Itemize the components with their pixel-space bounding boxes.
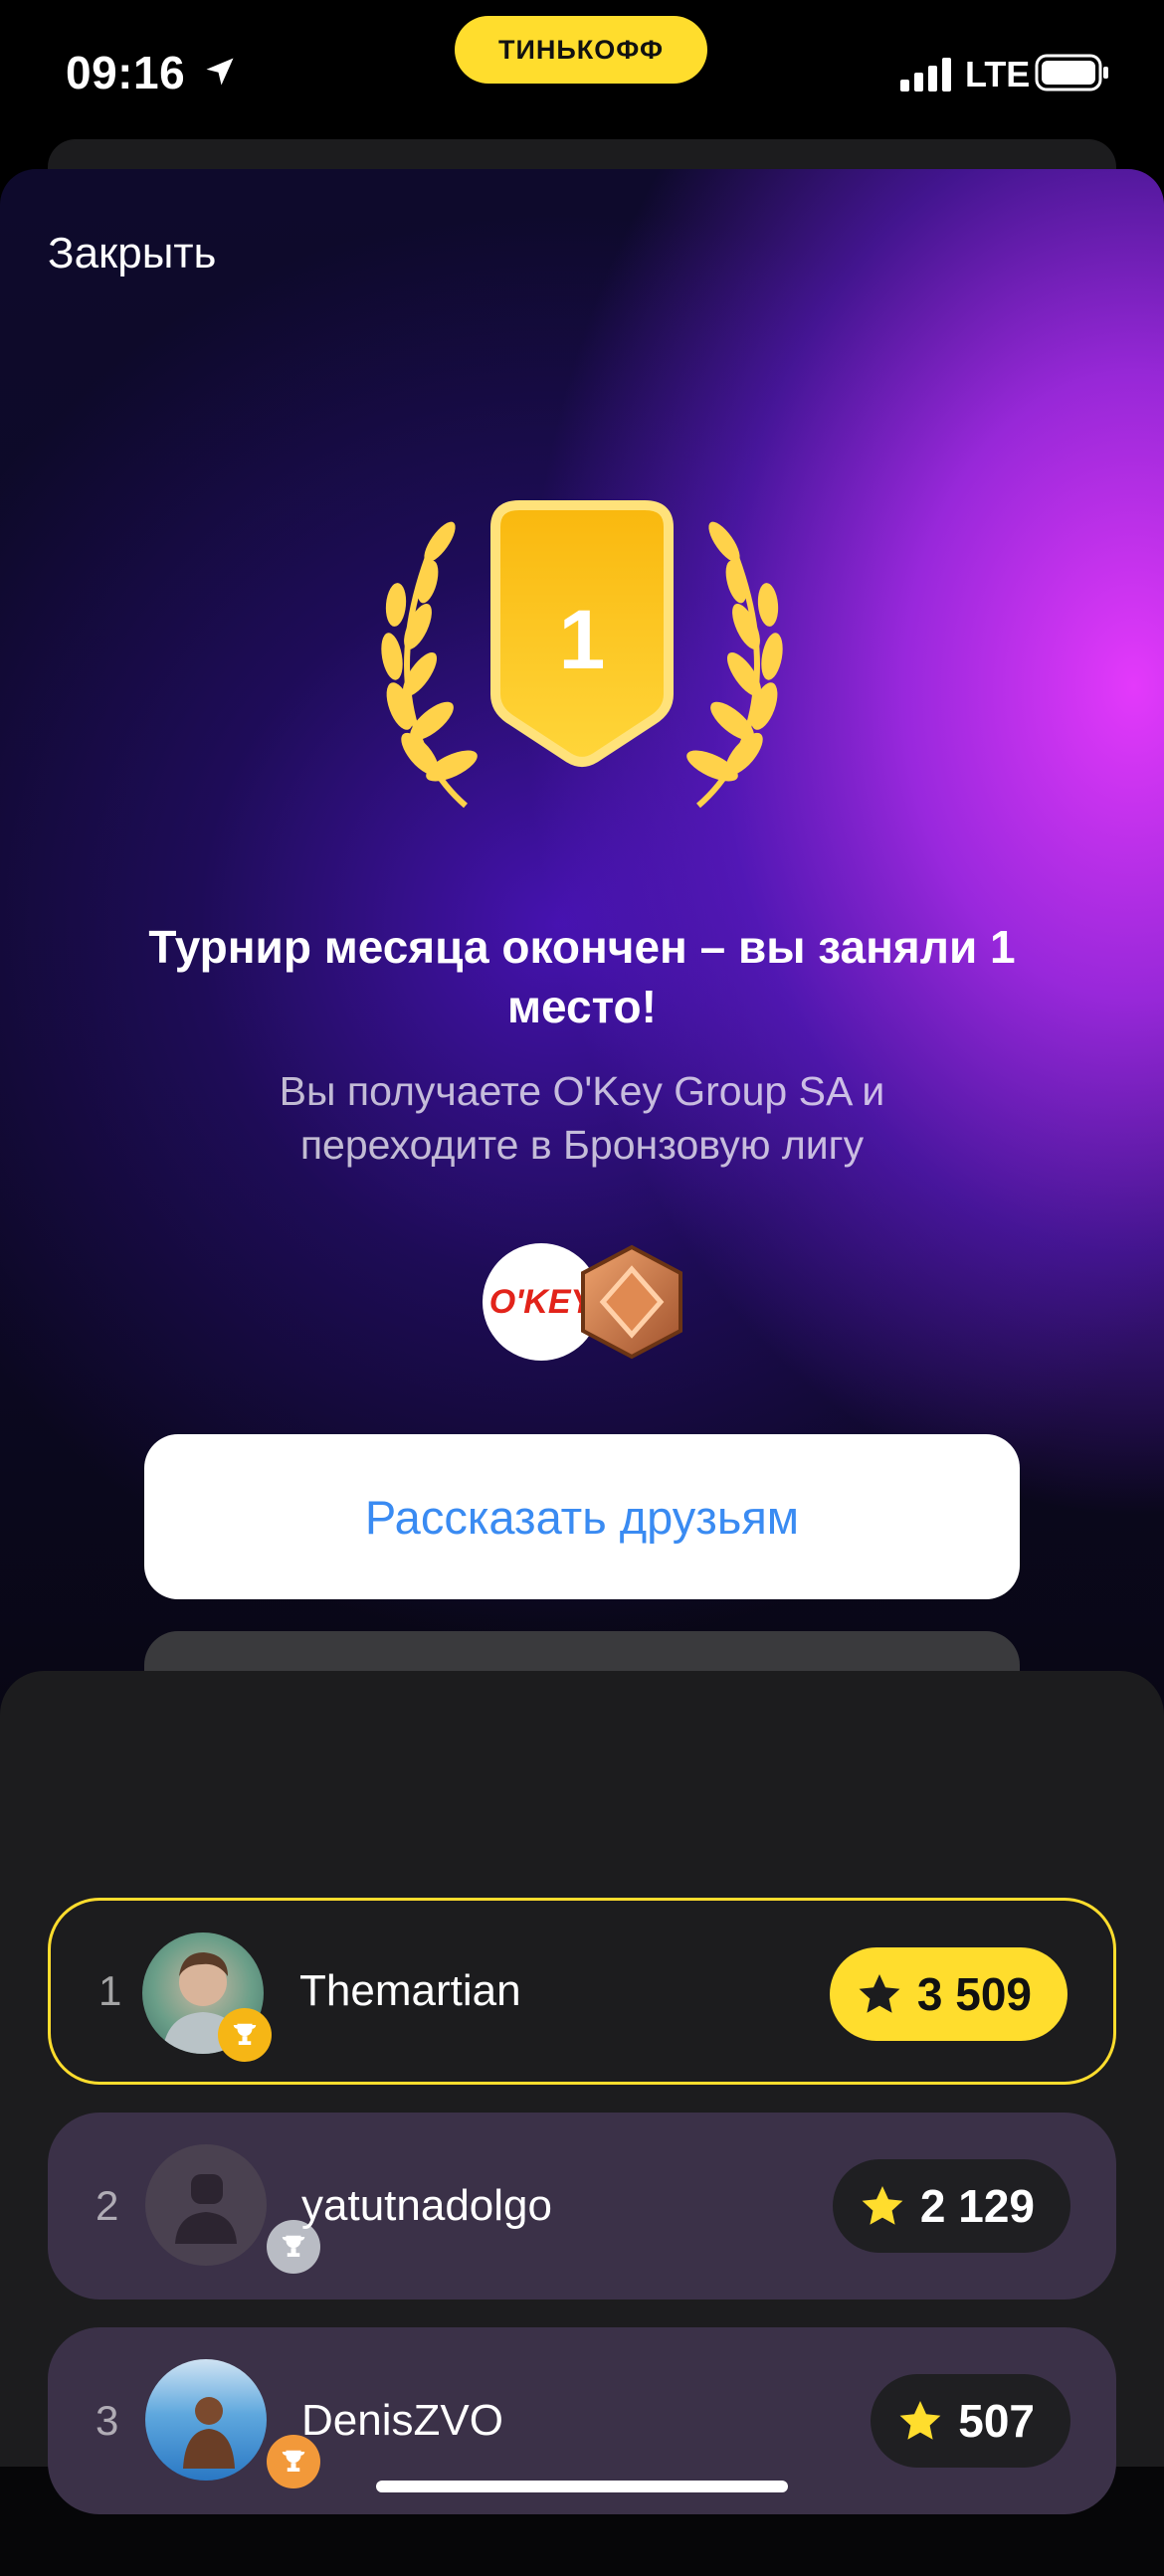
close-button[interactable]: Закрыть	[48, 229, 216, 278]
status-bar: 09:16 ТИНЬКОФФ LTE	[0, 0, 1164, 149]
score-value: 3 509	[916, 1968, 1032, 2020]
avatar[interactable]	[145, 2359, 267, 2481]
row-rank: 1	[98, 1967, 122, 2014]
score-badge: 2 129	[832, 2159, 1070, 2253]
first-place-medal-icon: 1	[381, 500, 783, 809]
score-badge: 507	[871, 2374, 1070, 2468]
home-indicator[interactable]	[376, 2481, 788, 2492]
leaderboard-panel: 1 Themartian 3 509 2 yatutnadolgo 2 129 …	[0, 1671, 1164, 2514]
prize-icons: O'KEY	[483, 1243, 682, 1367]
default-user-icon	[175, 2174, 237, 2244]
row-username: Themartian	[299, 1966, 521, 2015]
medal-place-number: 1	[559, 593, 606, 686]
leaderboard-row[interactable]: 1 Themartian 3 509	[48, 1898, 1116, 2085]
right-laurel-icon	[686, 521, 783, 809]
result-subtitle: Вы получаете O'Key Group SA и переходите…	[279, 1068, 885, 1168]
score-value: 507	[958, 2395, 1035, 2447]
bronze-league-badge-icon	[581, 1244, 682, 1360]
result-title: Турнир месяца окончен – вы заняли 1 мест…	[148, 921, 1016, 1032]
gold-trophy-icon	[218, 2008, 272, 2062]
cellular-signal-icon	[900, 58, 951, 92]
row-rank: 3	[96, 2397, 119, 2444]
star-icon	[859, 1974, 900, 2013]
user-photo-icon	[183, 2397, 235, 2469]
brand-pill[interactable]: ТИНЬКОФФ	[455, 16, 707, 84]
score-badge: 3 509	[829, 1947, 1067, 2041]
location-arrow-icon	[206, 58, 234, 86]
avatar[interactable]	[145, 2144, 267, 2266]
battery-icon	[1035, 54, 1108, 92]
row-username: yatutnadolgo	[301, 2181, 552, 2230]
network-type: LTE	[965, 54, 1031, 94]
share-with-friends-button[interactable]: Рассказать друзьям	[144, 1434, 1020, 1599]
star-icon	[862, 2186, 903, 2225]
left-laurel-icon	[381, 521, 478, 809]
star-icon	[899, 2401, 941, 2440]
score-value: 2 129	[919, 2180, 1035, 2232]
leaderboard-row[interactable]: 2 yatutnadolgo 2 129	[48, 2113, 1116, 2300]
status-time: 09:16	[66, 47, 186, 98]
row-rank: 2	[96, 2182, 119, 2229]
